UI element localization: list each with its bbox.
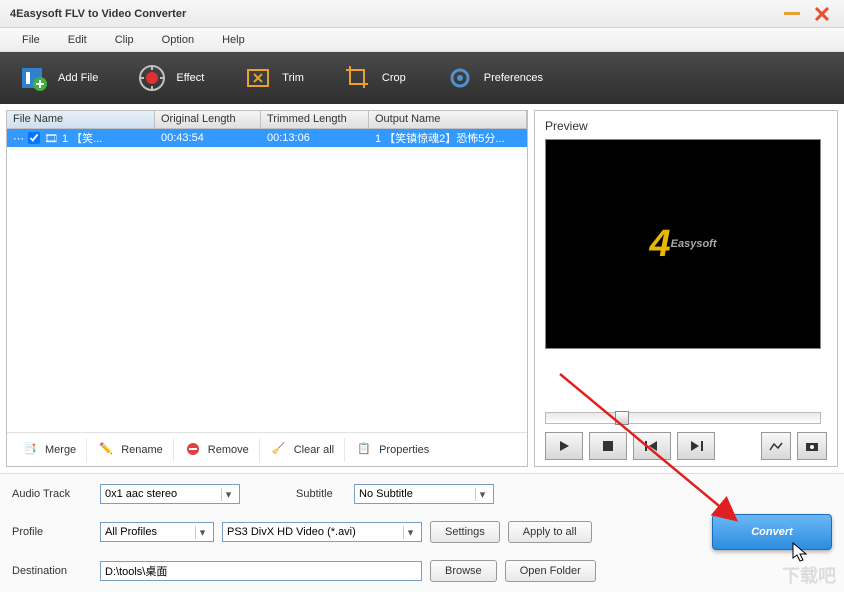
rename-icon: ✏️ [99, 442, 115, 458]
file-action-bar: 📑Merge ✏️Rename Remove 🧹Clear all 📋Prope… [7, 432, 527, 466]
trim-label: Trim [282, 72, 304, 84]
seek-slider[interactable] [545, 412, 821, 424]
col-original[interactable]: Original Length [155, 111, 261, 128]
close-button[interactable] [810, 5, 834, 23]
destination-input[interactable] [100, 561, 422, 581]
film-icon: 🎞 [44, 132, 58, 145]
stop-button[interactable] [589, 432, 627, 460]
cell-output: 1 【笑镇惊魂2】恐怖5分... [369, 129, 527, 148]
trim-button[interactable]: Trim [244, 64, 304, 92]
rename-button[interactable]: ✏️Rename [89, 438, 174, 462]
crop-label: Crop [382, 72, 406, 84]
add-file-icon [20, 64, 48, 92]
menu-clip[interactable]: Clip [101, 31, 148, 49]
merge-button[interactable]: 📑Merge [13, 438, 87, 462]
merge-icon: 📑 [23, 442, 39, 458]
playback-controls [545, 432, 827, 460]
col-trimmed[interactable]: Trimmed Length [261, 111, 369, 128]
menu-help[interactable]: Help [208, 31, 259, 49]
list-body[interactable]: ⋯ 🎞 1 【笑... 00:43:54 00:13:06 1 【笑镇惊魂2】恐… [7, 129, 527, 432]
slider-thumb[interactable] [615, 411, 629, 425]
prev-button[interactable] [633, 432, 671, 460]
profile-label: Profile [12, 526, 92, 538]
table-row[interactable]: ⋯ 🎞 1 【笑... 00:43:54 00:13:06 1 【笑镇惊魂2】恐… [7, 129, 527, 147]
subtitle-label: Subtitle [296, 488, 346, 500]
open-folder-button[interactable]: Open Folder [505, 560, 596, 582]
settings-button[interactable]: Settings [430, 521, 500, 543]
audiotrack-label: Audio Track [12, 488, 92, 500]
preferences-label: Preferences [484, 72, 543, 84]
trim-icon [244, 64, 272, 92]
menubar: File Edit Clip Option Help [0, 28, 844, 52]
subtitle-select[interactable]: No Subtitle▾ [354, 484, 494, 504]
minimize-button[interactable] [780, 5, 804, 23]
chevron-down-icon: ▾ [403, 526, 417, 539]
preview-viewport: 4Easysoft [545, 139, 821, 349]
titlebar: 4Easysoft FLV to Video Converter [0, 0, 844, 28]
chevron-down-icon: ▾ [221, 488, 235, 501]
preview-label: Preview [545, 117, 827, 139]
play-button[interactable] [545, 432, 583, 460]
browse-button[interactable]: Browse [430, 560, 497, 582]
clear-all-button[interactable]: 🧹Clear all [262, 438, 345, 462]
snapshot-button[interactable] [761, 432, 791, 460]
properties-button[interactable]: 📋Properties [347, 438, 439, 462]
properties-icon: 📋 [357, 442, 373, 458]
settings-panel: Audio Track 0x1 aac stereo▾ Subtitle No … [0, 473, 844, 592]
preview-pane: Preview 4Easysoft [534, 110, 838, 467]
crop-icon [344, 64, 372, 92]
remove-button[interactable]: Remove [176, 438, 260, 462]
toolbar: Add File Effect Trim Crop Preferences [0, 52, 844, 104]
chevron-down-icon: ▾ [475, 488, 489, 501]
profile-select[interactable]: PS3 DivX HD Video (*.avi)▾ [222, 522, 422, 542]
row-checkbox[interactable] [28, 132, 40, 144]
cell-filename: 1 【笑... [62, 130, 102, 146]
remove-icon [186, 442, 202, 458]
window-title: 4Easysoft FLV to Video Converter [10, 8, 774, 20]
chevron-down-icon: ▾ [195, 526, 209, 539]
col-output[interactable]: Output Name [369, 111, 527, 128]
next-button[interactable] [677, 432, 715, 460]
profile-filter-select[interactable]: All Profiles▾ [100, 522, 214, 542]
col-filename[interactable]: File Name [7, 111, 155, 128]
effect-label: Effect [176, 72, 204, 84]
convert-button[interactable]: Convert [712, 514, 832, 550]
effect-button[interactable]: Effect [138, 64, 204, 92]
add-file-button[interactable]: Add File [20, 64, 98, 92]
camera-button[interactable] [797, 432, 827, 460]
cell-trimmed: 00:13:06 [261, 130, 369, 146]
menu-edit[interactable]: Edit [54, 31, 101, 49]
broom-icon: 🧹 [272, 442, 288, 458]
gear-icon [446, 64, 474, 92]
menu-file[interactable]: File [8, 31, 54, 49]
file-list-pane: File Name Original Length Trimmed Length… [6, 110, 528, 467]
cell-original: 00:43:54 [155, 130, 261, 146]
add-file-label: Add File [58, 72, 98, 84]
easysoft-logo: 4Easysoft [650, 223, 717, 266]
apply-all-button[interactable]: Apply to all [508, 521, 592, 543]
menu-option[interactable]: Option [148, 31, 208, 49]
destination-label: Destination [12, 565, 92, 577]
expand-icon[interactable]: ⋯ [13, 132, 24, 145]
crop-button[interactable]: Crop [344, 64, 406, 92]
preferences-button[interactable]: Preferences [446, 64, 543, 92]
audiotrack-select[interactable]: 0x1 aac stereo▾ [100, 484, 240, 504]
effect-icon [138, 64, 166, 92]
list-header: File Name Original Length Trimmed Length… [7, 111, 527, 129]
